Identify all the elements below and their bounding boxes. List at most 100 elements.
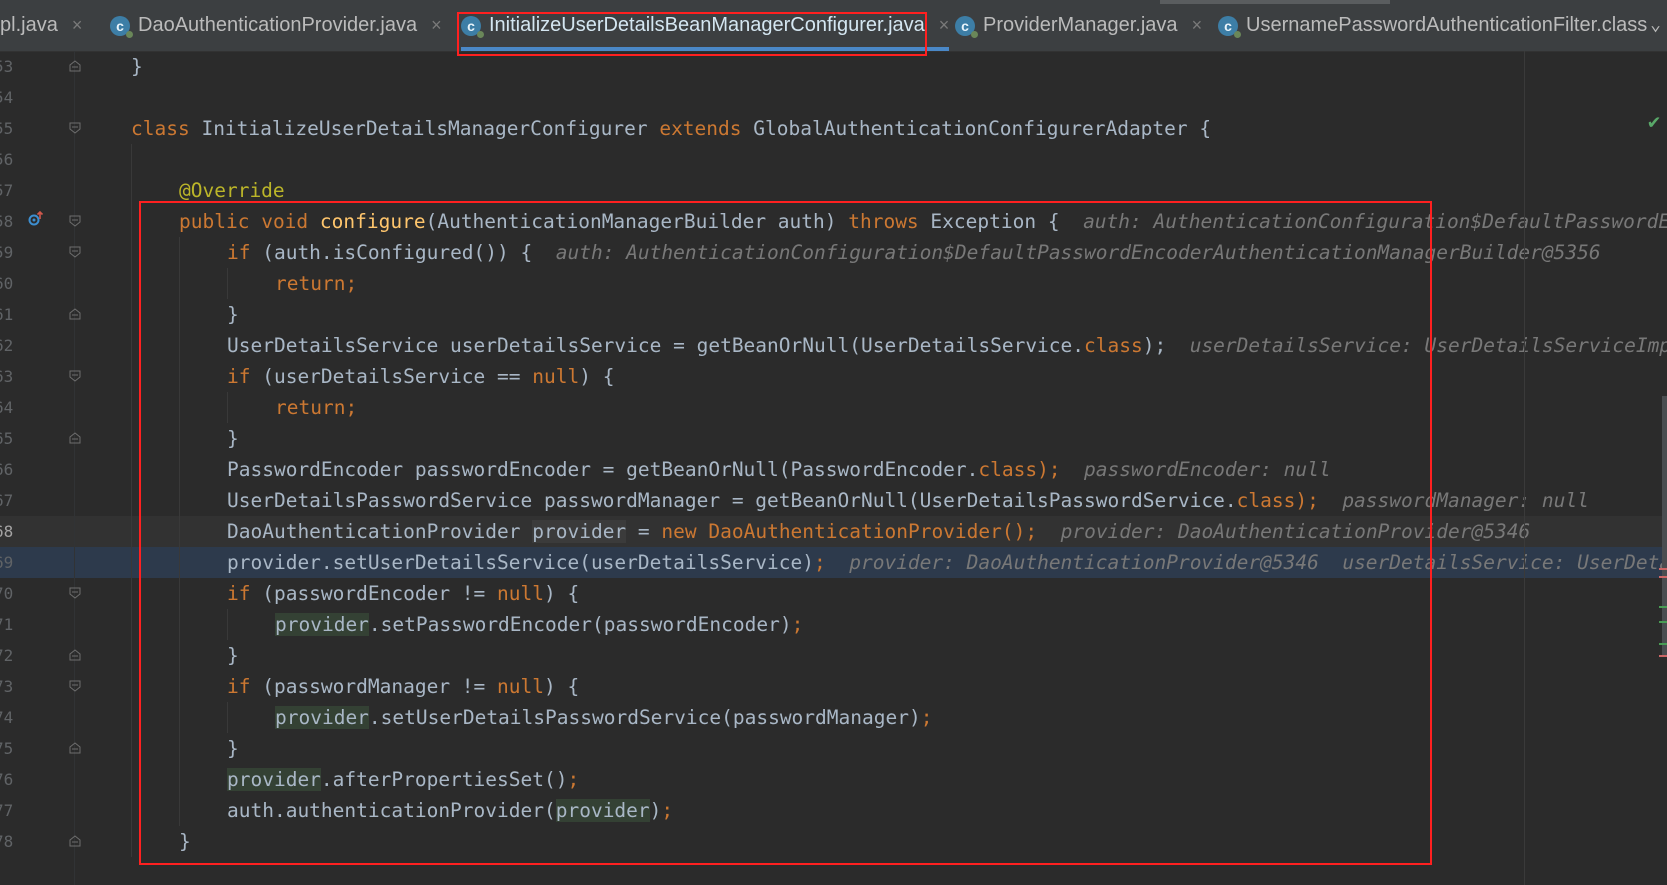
inspection-ok-icon[interactable]: ✔ (1648, 109, 1660, 133)
line-number[interactable]: 57 (0, 175, 68, 206)
code-text: (passwordManager != (250, 675, 498, 698)
keyword: return; (275, 396, 358, 419)
close-icon[interactable]: × (939, 15, 950, 36)
code-line-67: UserDetailsPasswordService passwordManag… (0, 485, 1667, 516)
keyword: if (227, 241, 251, 264)
fold-collapse-icon[interactable] (69, 122, 81, 134)
tab-dao-authentication-provider[interactable]: c DaoAuthenticationProvider.java × (110, 0, 442, 51)
code-line-71: provider.setPasswordEncoder(passwordEnco… (0, 609, 1667, 640)
tab-label: ProviderManager.java (983, 14, 1178, 36)
line-number[interactable]: 69 (0, 547, 68, 578)
code-line-64: return; (0, 392, 1667, 423)
line-number[interactable]: 54 (0, 82, 68, 113)
tab-label: pl.java (0, 14, 58, 36)
tab-provider-manager[interactable]: c ProviderManager.java × (955, 0, 1202, 51)
code-text: (AuthenticationManagerBuilder auth) (425, 210, 849, 233)
close-icon[interactable]: × (1192, 15, 1203, 36)
variable-usage-highlight: provider (275, 613, 369, 636)
line-number[interactable]: 77 (0, 795, 68, 826)
line-number[interactable]: 53 (0, 51, 68, 82)
fold-end-icon[interactable] (69, 742, 81, 754)
error-stripe-mark[interactable] (1659, 576, 1667, 578)
variable-under-caret: provider (532, 520, 627, 543)
indent-guide (227, 609, 228, 640)
line-number[interactable]: 74 (0, 702, 68, 733)
line-number[interactable]: 76 (0, 764, 68, 795)
java-class-icon: c (1218, 15, 1241, 38)
gutter-separator (74, 51, 75, 885)
tab-username-password-authentication-filter[interactable]: c UsernamePasswordAuthenticationFilter.c… (1218, 0, 1647, 51)
line-number[interactable]: 75 (0, 733, 68, 764)
line-number[interactable]: 61 (0, 299, 68, 330)
debug-inline-value: auth: AuthenticationConfiguration$Defaul… (1083, 210, 1667, 233)
code-line-57: @Override (0, 175, 1667, 206)
line-number[interactable]: 72 (0, 640, 68, 671)
close-icon[interactable]: × (72, 15, 83, 36)
error-stripe-mark[interactable] (1659, 655, 1667, 657)
line-number[interactable]: 59 (0, 237, 68, 268)
line-number[interactable]: 70 (0, 578, 68, 609)
code-text: UserDetailsService userDetailsService = … (227, 334, 1085, 357)
line-number[interactable]: 78 (0, 826, 68, 857)
fold-collapse-icon[interactable] (69, 680, 81, 692)
debug-inline-value: passwordEncoder: null (1084, 458, 1331, 481)
fold-end-icon[interactable] (69, 835, 81, 847)
line-number[interactable]: 65 (0, 423, 68, 454)
line-number[interactable]: 64 (0, 392, 68, 423)
code-text: ) { (579, 365, 615, 388)
fold-collapse-icon[interactable] (69, 215, 81, 227)
code-text: ; (791, 613, 804, 636)
fold-end-icon[interactable] (69, 649, 81, 661)
code-text: } (227, 644, 239, 667)
code-text: DaoAuthenticationProvider(); (696, 520, 1038, 543)
line-number[interactable]: 60 (0, 268, 68, 299)
code-line-59: if (auth.isConfigured()) { auth: Authent… (0, 237, 1667, 268)
fold-collapse-icon[interactable] (69, 370, 81, 382)
code-text: Exception { (918, 210, 1060, 233)
fold-end-icon[interactable] (69, 60, 81, 72)
debug-inline-value: provider: DaoAuthenticationProvider@5346 (1060, 520, 1531, 543)
code-editor[interactable]: } class InitializeUserDetailsManagerConf… (0, 51, 1667, 885)
vertical-scrollbar[interactable] (1662, 396, 1667, 656)
variable-usage-highlight: provider (227, 768, 321, 791)
close-icon[interactable]: × (431, 15, 442, 36)
change-stripe-mark[interactable] (1659, 606, 1667, 608)
line-number[interactable]: 56 (0, 144, 68, 175)
code-line-63: if (userDetailsService == null) { (0, 361, 1667, 392)
code-line-72: } (0, 640, 1667, 671)
implements-method-icon[interactable] (28, 211, 44, 227)
code-text: } (227, 737, 239, 760)
code-line-60: return; (0, 268, 1667, 299)
line-number[interactable]: 67 (0, 485, 68, 516)
code-text: DaoAuthenticationProvider (227, 520, 533, 543)
code-text: } (227, 427, 239, 450)
line-number[interactable]: 68 (0, 516, 68, 547)
code-line-76: provider.afterPropertiesSet(); (0, 764, 1667, 795)
tab-initialize-user-details-bean-manager-configurer[interactable]: c InitializeUserDetailsBeanManagerConfig… (461, 0, 950, 51)
fold-collapse-icon[interactable] (69, 587, 81, 599)
line-number[interactable]: 71 (0, 609, 68, 640)
fold-collapse-icon[interactable] (69, 246, 81, 258)
fold-end-icon[interactable] (69, 308, 81, 320)
line-number[interactable]: 55 (0, 113, 68, 144)
tabs-dropdown-icon[interactable]: ⌄ (1650, 14, 1661, 35)
code-text: (auth.isConfigured()) { (250, 241, 533, 264)
code-text: ; (567, 768, 580, 791)
line-number[interactable]: 62 (0, 330, 68, 361)
line-number[interactable]: 66 (0, 454, 68, 485)
line-number[interactable]: 63 (0, 361, 68, 392)
code-line-68-current: DaoAuthenticationProvider provider = new… (0, 516, 1667, 547)
code-text: ); (1295, 489, 1319, 512)
change-stripe-mark[interactable] (1659, 621, 1667, 623)
code-line-69-execution-point: provider.setUserDetailsService(userDetai… (0, 547, 1667, 578)
tab-file-pl-java[interactable]: pl.java × (0, 0, 82, 51)
code-line-75: } (0, 733, 1667, 764)
line-number[interactable]: 73 (0, 671, 68, 702)
change-stripe-mark[interactable] (1659, 643, 1667, 645)
code-text: = (626, 520, 662, 543)
error-stripe-mark[interactable] (1659, 568, 1667, 570)
fold-end-icon[interactable] (69, 432, 81, 444)
debug-inline-value: provider: DaoAuthenticationProvider@5346 (849, 551, 1319, 574)
